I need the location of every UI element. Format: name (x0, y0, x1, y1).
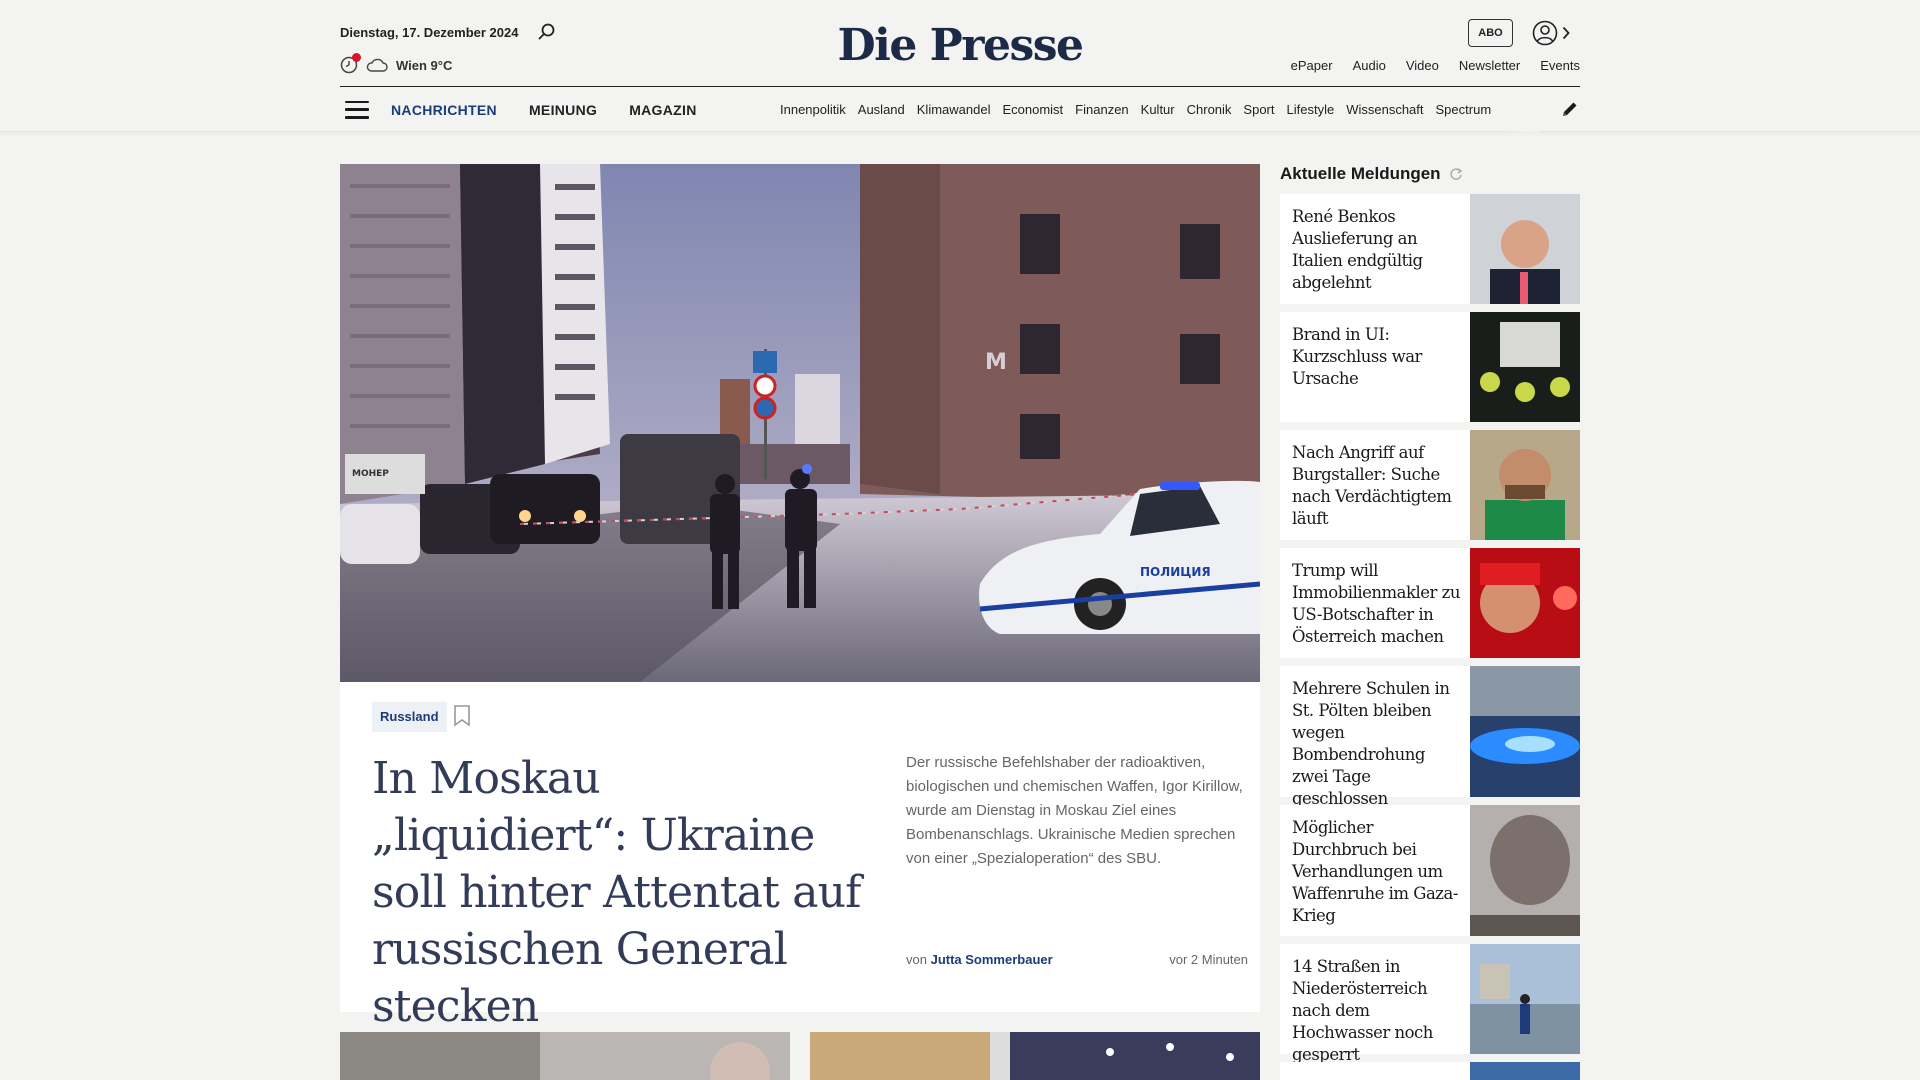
ticker-thumbnail (1470, 430, 1580, 540)
svg-text:ПОЛИЦИЯ: ПОЛИЦИЯ (1140, 565, 1211, 579)
search-icon[interactable] (537, 22, 557, 42)
ticker-headline: René Benkos Auslieferung an Italien endg… (1292, 207, 1423, 292)
main-navigation: NACHRICHTEN MEINUNG MAGAZIN Innenpolitik… (340, 87, 1580, 132)
svg-text:M: M (985, 350, 1007, 375)
ticker-item[interactable]: Trump will Immobilienmakler zu US-Botsch… (1280, 548, 1580, 658)
nav-wissenschaft[interactable]: Wissenschaft (1346, 102, 1423, 117)
link-audio[interactable]: Audio (1353, 58, 1386, 73)
service-links: ePaper Audio Video Newsletter Events (1291, 58, 1580, 73)
ticker-headline: Mehrere Schulen in St. Pölten bleiben we… (1292, 679, 1450, 808)
link-newsletter[interactable]: Newsletter (1459, 58, 1520, 73)
nav-chronik[interactable]: Chronik (1187, 102, 1232, 117)
ticker-thumbnail (1470, 194, 1580, 304)
link-video[interactable]: Video (1406, 58, 1439, 73)
nav-innenpolitik[interactable]: Innenpolitik (780, 102, 846, 117)
abo-button[interactable]: ABO (1468, 19, 1513, 47)
ticker-item[interactable]: René Benkos Auslieferung an Italien endg… (1280, 194, 1580, 304)
link-events[interactable]: Events (1540, 58, 1580, 73)
ticker-headline: Brand in UI: Kurzschluss war Ursache (1292, 325, 1422, 388)
ticker-item[interactable]: Möglicher Durchbruch bei Verhandlungen u… (1280, 805, 1580, 936)
current-date: Dienstag, 17. Dezember 2024 (340, 25, 519, 40)
nav-lifestyle[interactable]: Lifestyle (1287, 102, 1335, 117)
menu-icon[interactable] (345, 100, 369, 119)
section-nav: Innenpolitik Ausland Klimawandel Economi… (780, 102, 1540, 117)
lead-body: Russland In Moskau „liquidiert“: Ukraine… (340, 682, 1260, 1032)
user-icon (1532, 20, 1558, 46)
nav-fade (1490, 87, 1540, 132)
nav-kultur[interactable]: Kultur (1141, 102, 1175, 117)
nav-economist[interactable]: Economist (1002, 102, 1063, 117)
site-logo[interactable]: Die Presse (780, 20, 1140, 71)
lead-photo[interactable]: M МОНЕР ПОЛИЦИЯ (340, 164, 1260, 682)
chevron-right-icon (1562, 26, 1570, 40)
svg-text:МОНЕР: МОНЕР (352, 469, 389, 479)
ticker-thumbnail (1470, 312, 1580, 422)
pencil-icon[interactable] (1560, 99, 1580, 119)
nav-meinung[interactable]: MEINUNG (529, 102, 597, 118)
ticker-item[interactable]: 14 Straßen in Niederösterreich nach dem … (1280, 944, 1580, 1064)
header-inner: Dienstag, 17. Dezember 2024 Wien 9°C Die… (340, 0, 1580, 132)
cloud-icon (366, 58, 388, 72)
byline: von Jutta Sommerbauer (906, 952, 1053, 967)
ticker-headline: 14 Straßen in Niederösterreich nach dem … (1292, 957, 1433, 1064)
nav-sport[interactable]: Sport (1243, 102, 1274, 117)
ticker-thumbnail (1470, 548, 1580, 658)
user-account-button[interactable] (1532, 19, 1572, 47)
author-link[interactable]: Jutta Sommerbauer (931, 952, 1053, 967)
ticker-title: Aktuelle Meldungen (1280, 164, 1441, 183)
lead-headline[interactable]: In Moskau „liquidiert“: Ukraine soll hin… (372, 750, 862, 1035)
weather-widget[interactable]: Wien 9°C (340, 53, 453, 74)
article-card[interactable] (340, 1032, 790, 1080)
news-ticker: René Benkos Auslieferung an Italien endg… (1280, 194, 1580, 1080)
nav-ausland[interactable]: Ausland (858, 102, 905, 117)
primary-nav: NACHRICHTEN MEINUNG MAGAZIN (391, 102, 697, 118)
ticker-header: Aktuelle Meldungen (1280, 164, 1463, 184)
ticker-item[interactable]: Mehrere Schulen in St. Pölten bleiben we… (1280, 666, 1580, 808)
nav-finanzen[interactable]: Finanzen (1075, 102, 1128, 117)
nav-magazin[interactable]: MAGAZIN (629, 102, 696, 118)
article-card[interactable] (810, 1032, 1260, 1080)
nav-klimawandel[interactable]: Klimawandel (917, 102, 991, 117)
topic-tag[interactable]: Russland (372, 702, 447, 732)
ticker-thumbnail (1470, 666, 1580, 797)
ticker-item[interactable]: Brand in UI: Kurzschluss war Ursache (1280, 312, 1580, 422)
clock-alert-icon (340, 53, 361, 74)
ticker-headline: Möglicher Durchbruch bei Verhandlungen u… (1292, 818, 1458, 925)
lead-teaser: Der russische Befehlshaber der radioakti… (906, 754, 1243, 867)
site-header: Dienstag, 17. Dezember 2024 Wien 9°C Die… (0, 0, 1920, 132)
ticker-headline: Trump will Immobilienmakler zu US-Botsch… (1292, 561, 1461, 646)
ticker-item[interactable] (1280, 1062, 1580, 1080)
ticker-thumbnail (1470, 1062, 1580, 1080)
ticker-item[interactable]: Nach Angriff auf Burgstaller: Suche nach… (1280, 430, 1580, 540)
ticker-thumbnail (1470, 944, 1580, 1054)
lead-article[interactable]: M МОНЕР ПОЛИЦИЯ Russland In Moskau „liqu… (340, 164, 1260, 1032)
published-time: vor 2 Minuten (1169, 952, 1248, 967)
ticker-headline: Nach Angriff auf Burgstaller: Suche nach… (1292, 443, 1452, 528)
nav-spectrum[interactable]: Spectrum (1436, 102, 1492, 117)
weather-label: Wien 9°C (396, 57, 453, 73)
ticker-thumbnail (1470, 805, 1580, 936)
bookmark-icon[interactable] (452, 704, 472, 728)
byline-prefix: von (906, 952, 927, 967)
link-epaper[interactable]: ePaper (1291, 58, 1333, 73)
refresh-icon (1449, 168, 1462, 180)
nav-nachrichten[interactable]: NACHRICHTEN (391, 102, 497, 118)
